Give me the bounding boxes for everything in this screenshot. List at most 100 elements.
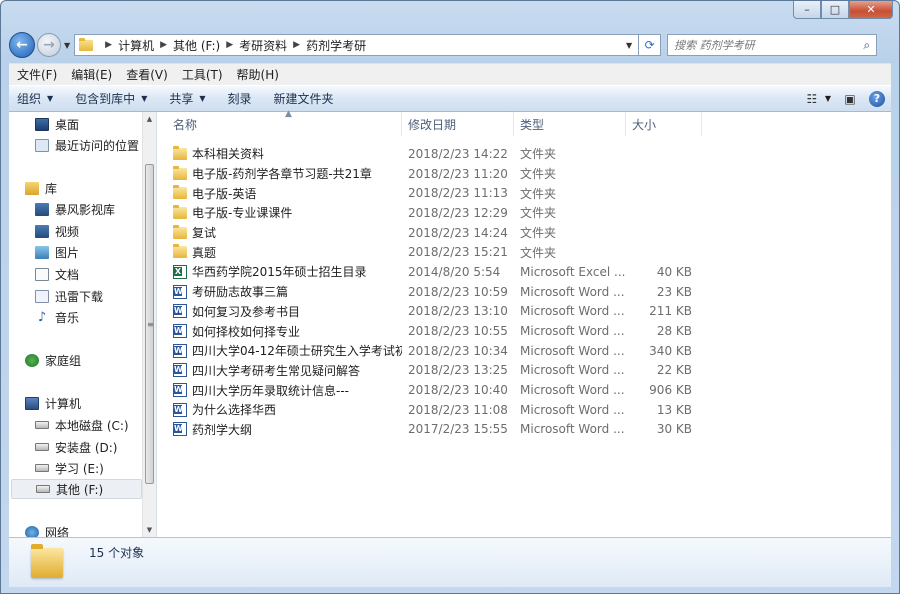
breadcrumb-separator-icon[interactable]: ▶	[105, 40, 112, 50]
breadcrumb-separator-icon[interactable]: ▶	[160, 40, 167, 50]
search-icon[interactable]: ⌕	[863, 38, 870, 53]
column-header-name[interactable]: 名称	[157, 112, 402, 136]
help-button[interactable]: ?	[869, 90, 891, 108]
file-row[interactable]: 真题 2018/2/23 15:21 文件夹	[157, 242, 891, 262]
file-row[interactable]: 药剂学大纲 2017/2/23 15:55 Microsoft Word ... 30…	[157, 420, 891, 440]
library-icon	[25, 181, 39, 195]
view-dropdown-icon[interactable]: ▼	[825, 94, 831, 103]
menu-file[interactable]: 文件(F)	[17, 66, 57, 83]
sidebar-item-label: 安装盘 (D:)	[55, 440, 118, 455]
sidebar-item-drive-f[interactable]: 其他 (F:)	[11, 479, 142, 499]
homegroup-icon	[25, 353, 39, 367]
sidebar-item-homegroup[interactable]: 家庭组	[25, 350, 142, 370]
column-header-size[interactable]: 大小	[626, 112, 702, 136]
file-type: 文件夹	[520, 167, 557, 182]
search-input[interactable]	[674, 38, 864, 52]
address-bar[interactable]: ▶ 计算机 ▶ 其他 (F:) ▶ 考研资料 ▶ 药剂学考研 ▼	[74, 34, 640, 56]
sidebar-item-label: 本地磁盘 (C:)	[55, 418, 129, 433]
caption-buttons: – □ ✕	[793, 1, 893, 19]
breadcrumb-separator-icon[interactable]: ▶	[293, 40, 300, 50]
command-bar: 组织 ▼ 包含到库中 ▼ 共享 ▼ 刻录 新建文件夹 ☷ ▼ ▣ ?	[9, 85, 891, 112]
file-name: 电子版-英语	[192, 186, 257, 201]
include-in-library-button[interactable]: 包含到库中 ▼	[75, 90, 147, 107]
scroll-thumb[interactable]: ≡	[145, 164, 154, 484]
video-icon	[35, 224, 49, 238]
file-list-pane: ▲ 名称 修改日期 类型 大小 本科相关资料 2018/2/23 14:22 文件夹…	[157, 109, 891, 537]
file-type: Microsoft Word ...	[520, 422, 625, 437]
sidebar-item-xunlei[interactable]: 迅雷下载	[35, 286, 142, 306]
chevron-down-icon: ▼	[141, 94, 148, 103]
view-options-button[interactable]: ☷	[801, 90, 823, 108]
menu-edit[interactable]: 编辑(E)	[71, 66, 112, 83]
share-button[interactable]: 共享 ▼	[169, 90, 205, 107]
sidebar-item-label: 桌面	[55, 117, 80, 132]
file-row[interactable]: 复试 2018/2/23 14:24 文件夹	[157, 223, 891, 243]
minimize-button[interactable]: –	[793, 1, 821, 19]
file-row[interactable]: 如何择校如何择专业 2018/2/23 10:55 Microsoft Word .…	[157, 321, 891, 341]
sidebar-item-network[interactable]: 网络	[25, 522, 142, 537]
file-row[interactable]: 四川大学考研考生常见疑问解答 2018/2/23 13:25 Microsoft W…	[157, 361, 891, 381]
column-header-date[interactable]: 修改日期	[402, 112, 514, 136]
sidebar-item-label: 库	[45, 181, 58, 196]
file-name: 如何复习及参考书目	[192, 304, 301, 319]
scroll-down-icon[interactable]: ▼	[143, 523, 156, 537]
sidebar-item-documents[interactable]: 文档	[35, 264, 142, 284]
sidebar-item-drive-e[interactable]: 学习 (E:)	[35, 458, 142, 478]
word-file-icon	[173, 343, 187, 358]
file-row[interactable]: 考研励志故事三篇 2018/2/23 10:59 Microsoft Word ..…	[157, 282, 891, 302]
file-name: 四川大学考研考生常见疑问解答	[192, 363, 361, 378]
sidebar-item-drive-c[interactable]: 本地磁盘 (C:)	[35, 415, 142, 435]
drive-icon	[35, 464, 49, 472]
organize-button[interactable]: 组织 ▼	[17, 90, 53, 107]
folder-icon	[173, 224, 187, 239]
menu-help[interactable]: 帮助(H)	[237, 66, 279, 83]
maximize-button[interactable]: □	[821, 1, 849, 19]
breadcrumb-separator-icon[interactable]: ▶	[226, 40, 233, 50]
word-file-icon	[173, 284, 187, 299]
breadcrumb-kaoyan[interactable]: 考研资料	[239, 37, 287, 54]
sidebar-item-label: 其他 (F:)	[56, 482, 104, 497]
new-folder-button[interactable]: 新建文件夹	[274, 90, 334, 107]
file-row[interactable]: 四川大学04-12年硕士研究生入学考试初... 2018/2/23 10:34 Mi…	[157, 341, 891, 361]
file-size: 23 KB	[656, 284, 692, 299]
folder-icon	[173, 185, 187, 200]
file-type: 文件夹	[520, 206, 557, 221]
forward-button[interactable]: →	[37, 33, 61, 57]
column-header-type[interactable]: 类型	[514, 112, 626, 136]
sidebar-item-pictures[interactable]: 图片	[35, 242, 142, 262]
scroll-up-icon[interactable]: ▲	[143, 112, 156, 126]
file-row[interactable]: 如何复习及参考书目 2018/2/23 13:10 Microsoft Word .…	[157, 302, 891, 322]
file-row[interactable]: 电子版-英语 2018/2/23 11:13 文件夹	[157, 183, 891, 203]
sidebar-item-music[interactable]: ♪ 音乐	[35, 307, 142, 327]
search-box[interactable]: ⌕	[667, 34, 878, 56]
file-row[interactable]: 电子版-专业课课件 2018/2/23 12:29 文件夹	[157, 203, 891, 223]
back-button[interactable]: ←	[9, 32, 35, 58]
sidebar-item-computer[interactable]: 计算机	[25, 393, 142, 413]
sidebar-scrollbar[interactable]: ▲ ≡ ▼	[142, 112, 156, 537]
file-row[interactable]: 华西药学院2015年硕士招生目录 2014/8/20 5:54 Microsoft …	[157, 262, 891, 282]
file-row[interactable]: 电子版-药剂学各章节习题-共21章 2018/2/23 11:20 文件夹	[157, 164, 891, 184]
file-date: 2018/2/23 11:20	[408, 166, 508, 181]
burn-button[interactable]: 刻录	[228, 90, 252, 107]
menu-tools[interactable]: 工具(T)	[182, 66, 223, 83]
close-button[interactable]: ✕	[849, 1, 893, 19]
refresh-button[interactable]: ⟳	[639, 34, 662, 56]
sidebar-item-drive-d[interactable]: 安装盘 (D:)	[35, 437, 142, 457]
breadcrumb-drive-f[interactable]: 其他 (F:)	[173, 37, 220, 54]
file-name: 华西药学院2015年硕士招生目录	[192, 265, 367, 280]
file-row[interactable]: 为什么选择华西 2018/2/23 11:08 Microsoft Word ...…	[157, 400, 891, 420]
file-row[interactable]: 四川大学历年录取统计信息--- 2018/2/23 10:40 Microsoft …	[157, 380, 891, 400]
sidebar-item-recent[interactable]: 最近访问的位置	[35, 135, 142, 155]
sidebar-item-desktop[interactable]: 桌面	[35, 114, 142, 134]
breadcrumb-computer[interactable]: 计算机	[118, 37, 154, 54]
sidebar-item-videos[interactable]: 视频	[35, 221, 142, 241]
sidebar-item-label: 视频	[55, 224, 80, 239]
sidebar-item-libraries[interactable]: 库	[25, 178, 142, 198]
menu-view[interactable]: 查看(V)	[126, 66, 168, 83]
address-dropdown-icon[interactable]: ▼	[620, 41, 638, 50]
file-row[interactable]: 本科相关资料 2018/2/23 14:22 文件夹	[157, 144, 891, 164]
breadcrumb-current-folder[interactable]: 药剂学考研	[306, 37, 366, 54]
recent-pages-dropdown-icon[interactable]: ▼	[64, 41, 70, 50]
sidebar-item-baofeng[interactable]: 暴风影视库	[35, 199, 142, 219]
preview-pane-button[interactable]: ▣	[839, 90, 861, 108]
